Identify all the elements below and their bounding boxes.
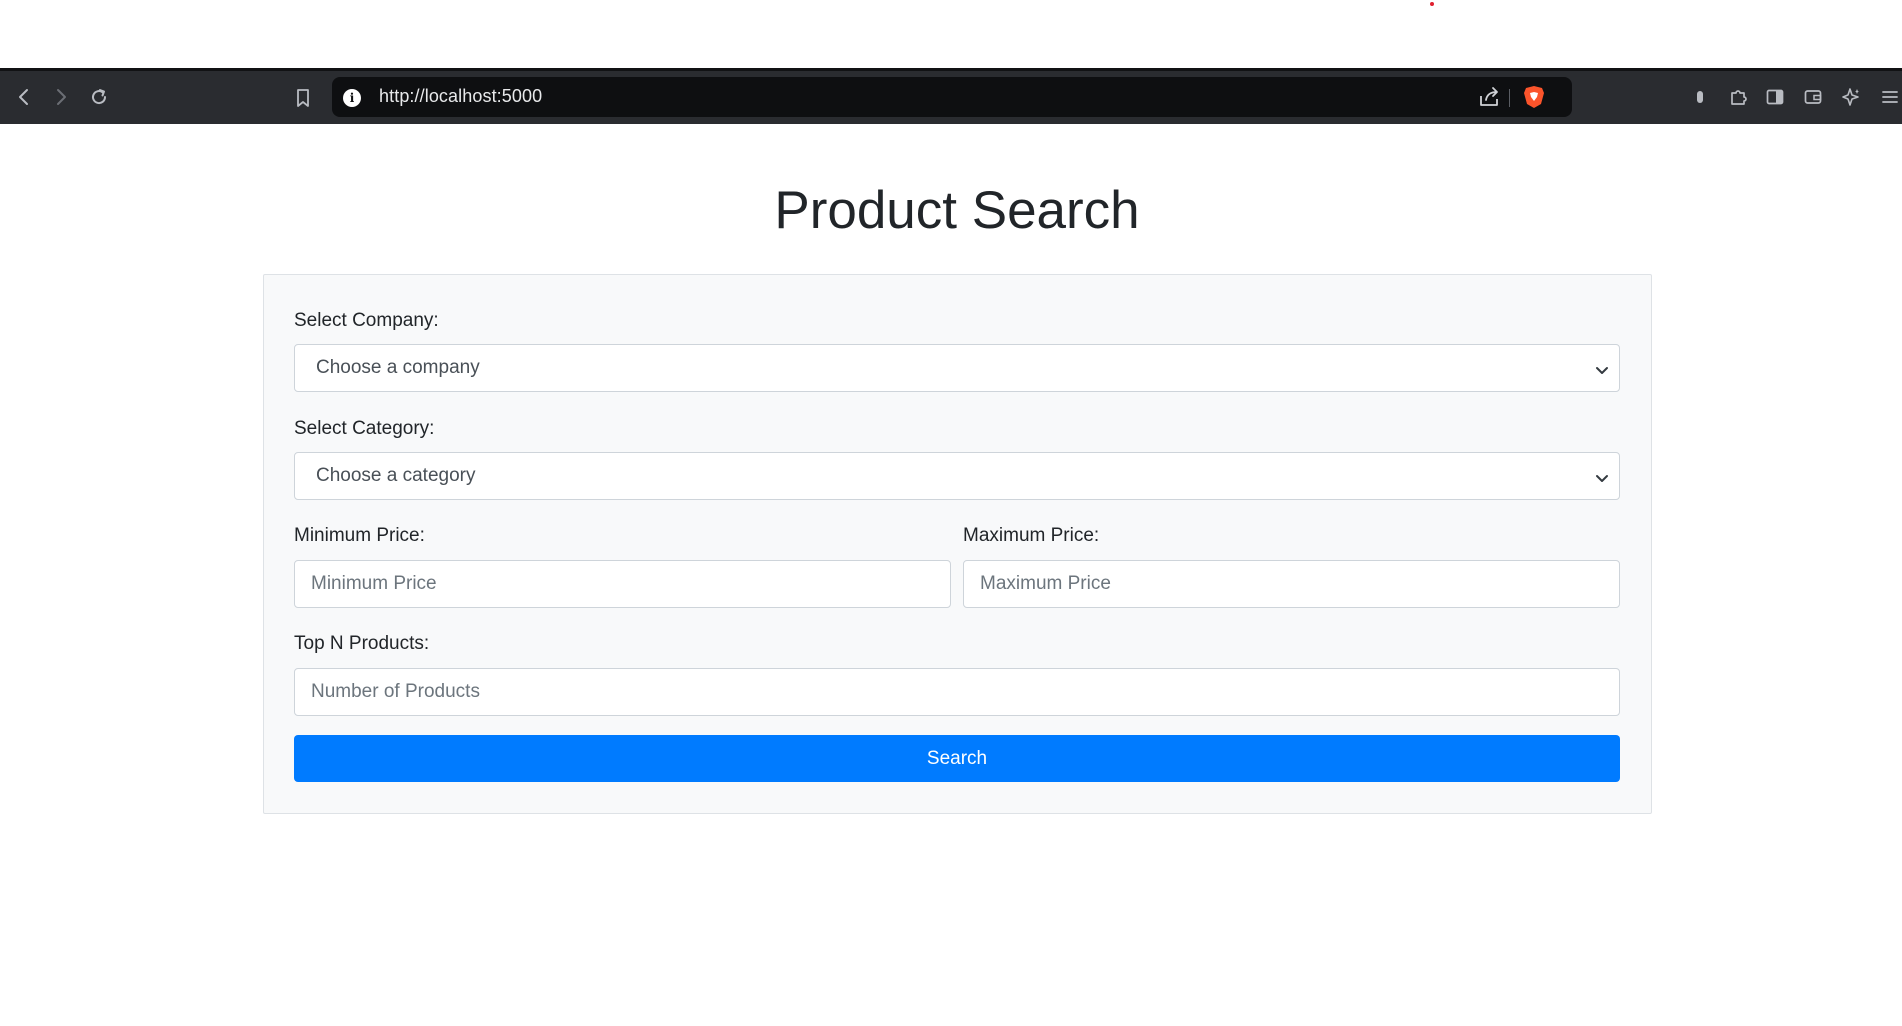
back-icon[interactable] [14, 87, 34, 107]
min-price-placeholder: Minimum Price [311, 573, 437, 594]
top-n-label: Top N Products: [294, 633, 430, 654]
sidebar-icon[interactable] [1765, 87, 1785, 107]
min-price-input[interactable]: Minimum Price [294, 560, 951, 608]
chevron-down-icon [1595, 469, 1609, 483]
reload-icon[interactable] [89, 87, 109, 107]
forward-icon[interactable] [51, 87, 71, 107]
top-n-input[interactable]: Number of Products [294, 668, 1620, 716]
min-price-label: Minimum Price: [294, 525, 425, 546]
wallet-icon[interactable] [1803, 87, 1823, 107]
category-label: Select Category: [294, 418, 435, 439]
extension-icon[interactable] [1690, 87, 1710, 107]
address-bar-url[interactable]: http://localhost:5000 [379, 86, 542, 107]
address-bar-divider [1509, 89, 1510, 107]
company-label: Select Company: [294, 310, 439, 331]
window-top-area [0, 0, 1902, 68]
company-select[interactable]: Choose a company [294, 344, 1620, 392]
max-price-input[interactable]: Maximum Price [963, 560, 1620, 608]
bookmark-icon[interactable] [293, 88, 313, 108]
brave-shield-icon[interactable] [1523, 85, 1545, 109]
indicator-dot [1430, 2, 1434, 6]
menu-icon[interactable] [1878, 87, 1902, 107]
leo-ai-icon[interactable] [1841, 87, 1861, 107]
share-icon[interactable] [1478, 86, 1500, 108]
company-select-value: Choose a company [316, 357, 480, 378]
top-n-placeholder: Number of Products [311, 681, 480, 702]
max-price-placeholder: Maximum Price [980, 573, 1111, 594]
page-title: Product Search [774, 181, 1140, 240]
search-button[interactable]: Search [294, 735, 1620, 782]
puzzle-icon[interactable] [1728, 87, 1748, 107]
max-price-label: Maximum Price: [963, 525, 1100, 546]
category-select[interactable]: Choose a category [294, 452, 1620, 500]
chevron-down-icon [1595, 361, 1609, 375]
category-select-value: Choose a category [316, 465, 476, 486]
site-info-icon[interactable]: i [343, 89, 361, 107]
